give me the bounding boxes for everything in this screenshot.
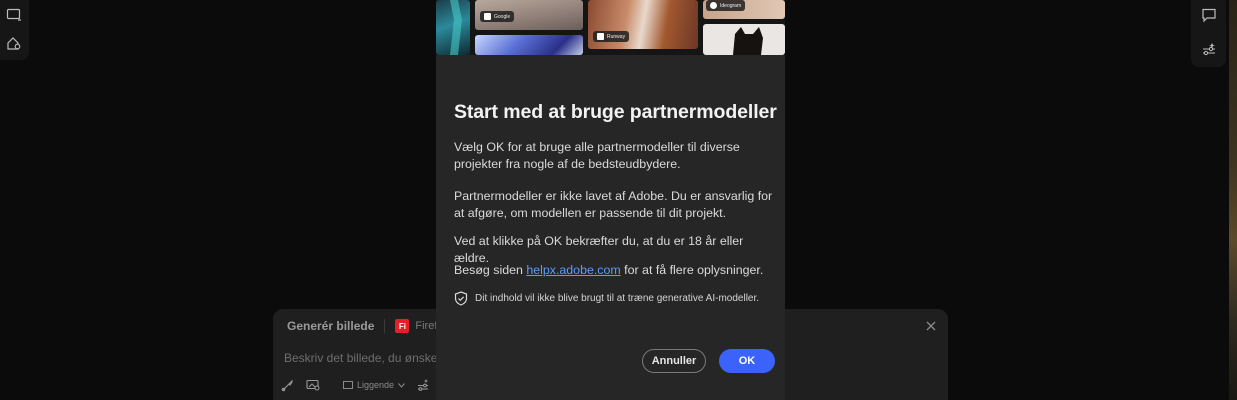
hero-tile-cat [703,24,785,55]
comment-icon[interactable] [1199,5,1219,25]
dialog-paragraph-responsibility: Partnermodeller er ikke lavet af Adobe. … [454,189,773,220]
right-toolbar [1191,0,1226,67]
google-label: Google [480,11,515,22]
orientation-label: Liggende [357,380,395,390]
orientation-dropdown[interactable]: Liggende [343,380,405,390]
dialog-paragraph-help: Besøg siden helpx.adobe.com for at få fl… [454,263,764,277]
ok-button[interactable]: OK [719,349,775,373]
hero-tile-ideogram: Ideogram [703,0,785,19]
dialog-paragraph-intro: Vælg OK for at bruge alle partnermodelle… [454,140,740,171]
google-logo-icon [484,13,491,20]
style-brush-icon[interactable] [279,377,295,393]
adjustments-icon[interactable] [1199,39,1219,59]
hero-image-collage: Google Runway Ideogram [436,0,785,55]
effects-icon[interactable] [415,377,431,393]
firefly-logo-icon: Fi [395,319,410,333]
left-toolbar [0,0,29,60]
hero-tile-flower [475,35,583,55]
hero-tile-runway: Runway [588,0,698,49]
runway-label: Runway [593,31,630,42]
dialog-title: Start med at bruge partnermodeller [454,101,777,123]
image-settings-icon[interactable] [4,33,24,53]
hero-tile-google: Google [475,0,583,30]
help-link[interactable]: helpx.adobe.com [526,263,620,277]
reference-image-icon[interactable] [305,377,321,393]
frame-icon[interactable] [4,5,24,25]
shield-check-icon [454,291,468,306]
landscape-icon [343,381,353,389]
runway-logo-icon [597,33,604,40]
prompt-header: Generér billede Fi Firefly Im [287,319,461,333]
background-image-edge [1229,0,1237,400]
divider [384,319,386,333]
content-usage-note: Dit indhold vil ikke blive brugt til at … [454,291,759,306]
hero-tile-bottle [436,0,470,55]
prompt-toolbar: Liggende [279,377,431,393]
partner-models-dialog: Google Runway Ideogram Start med at brug… [436,0,785,400]
close-icon[interactable] [924,319,938,333]
ideogram-label: Ideogram [706,0,746,11]
chevron-down-icon [398,382,405,388]
generate-image-title: Generér billede [287,319,375,333]
ideogram-logo-icon [710,2,717,9]
cancel-button[interactable]: Annuller [642,349,706,373]
